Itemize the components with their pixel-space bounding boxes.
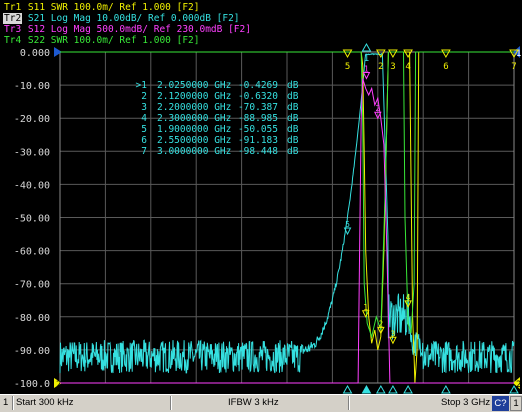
trace-id: Tr2 — [3, 13, 23, 24]
marker-flag-label: 4 — [405, 62, 410, 72]
start-frequency[interactable]: Start 300 kHz — [16, 396, 74, 410]
trace-marker-label: 1 — [364, 64, 369, 73]
marker-frequency: 1.9000000 GHz — [157, 124, 231, 135]
marker-frequency: 2.0250000 GHz — [157, 80, 231, 91]
trace-marker-label: 3 — [391, 329, 396, 338]
y-tick-label: -20.00 — [14, 114, 50, 125]
trace-marker-label: 4 — [406, 293, 411, 302]
marker-unit: dB — [287, 135, 299, 146]
marker-flag-label: 5 — [345, 62, 350, 72]
channel-button[interactable]: 1 — [510, 396, 522, 411]
marker-table-row: 3 2.2000000 GHz -70.387 dB — [141, 102, 298, 113]
marker-table: >1 2.0250000 GHz -0.4269 dB 2 2.1200000 GHz -0… — [136, 80, 299, 157]
trace-marker-label: 2 — [378, 319, 383, 328]
marker-table-row: 7 3.0000000 GHz -98.448 dB — [141, 146, 298, 157]
trace-line-tr3[interactable]: Tr3 S12 Log Mag 500.0mdB/ Ref 230.0mdB [… — [3, 24, 251, 35]
marker-unit: dB — [287, 102, 299, 113]
y-tick-label: -10.00 — [14, 81, 50, 92]
marker-value: -98.448 — [238, 146, 278, 157]
marker-unit: dB — [287, 91, 299, 102]
marker-value: -88.985 — [238, 113, 278, 124]
trace-marker-label: 2 — [375, 104, 380, 113]
marker-frequency: 2.5500000 GHz — [157, 135, 231, 146]
marker-flag-label: 3 — [390, 62, 395, 72]
y-tick-label: -30.00 — [14, 147, 50, 158]
marker-number: 2 — [141, 91, 147, 102]
marker-unit: dB — [287, 113, 299, 124]
trace-line-tr4[interactable]: Tr4 S22 SWR 100.0m/ Ref 1.000 [F2] — [3, 35, 199, 46]
trace-settings: S21 Log Mag 10.00dB/ Ref 0.000dB [F2] — [22, 13, 240, 24]
y-tick-label: -50.00 — [14, 214, 50, 225]
marker-table-row: 4 2.3000000 GHz -88.985 dB — [141, 113, 298, 124]
marker-value: -70.387 — [238, 102, 278, 113]
right-edge-label: 2 — [516, 380, 521, 390]
calibration-status[interactable]: C? — [492, 396, 509, 411]
marker-number: 5 — [141, 124, 147, 135]
marker-frequency: 2.1200000 GHz — [157, 91, 231, 102]
marker-unit: dB — [287, 146, 299, 157]
y-tick-label: -60.00 — [14, 247, 50, 258]
marker-value: -0.4269 — [238, 80, 278, 91]
y-tick-label: -100.0 — [14, 379, 50, 390]
marker-table-row: 2 2.1200000 GHz -0.6320 dB — [141, 91, 298, 102]
status-bar: 1 Start 300 kHz IFBW 3 kHz Stop 3 GHz C?… — [0, 394, 522, 412]
marker-table-row: >1 2.0250000 GHz -0.4269 dB — [136, 80, 299, 91]
marker-unit: dB — [287, 80, 299, 91]
marker-number: >1 — [136, 80, 148, 91]
marker-flag-label: 6 — [443, 62, 448, 72]
marker-number: 7 — [141, 146, 147, 157]
marker-flag-label: 7 — [511, 62, 516, 72]
marker-number: 6 — [141, 135, 147, 146]
trace-line-tr1[interactable]: Tr1 S11 SWR 100.0m/ Ref 1.000 [F2] — [3, 2, 199, 13]
analyzer-screen: 0.000 -10.00 -20.00 -30.00 -40.00 -50.00 -60.0… — [0, 0, 522, 412]
trace-marker-label: 1 — [363, 303, 368, 312]
y-tick-label: 0.000 — [20, 48, 50, 59]
y-tick-label: -80.00 — [14, 313, 50, 324]
marker-value: -50.055 — [238, 124, 278, 135]
y-tick-label: -70.00 — [14, 280, 50, 291]
marker-flag-label: 1 — [364, 54, 369, 64]
trace-settings: S12 Log Mag 500.0mdB/ Ref 230.0mdB [F2] — [22, 24, 251, 35]
channel-number: 1 — [3, 397, 9, 408]
marker-frequency: 3.0000000 GHz — [157, 146, 231, 157]
marker-frequency: 2.3000000 GHz — [157, 113, 231, 124]
trace-line-tr2[interactable]: Tr2 S21 Log Mag 10.00dB/ Ref 0.000dB [F2… — [3, 13, 240, 24]
trace-id: Tr1 — [4, 2, 22, 13]
marker-frequency: 2.2000000 GHz — [157, 102, 231, 113]
trace-marker-label: 5 — [345, 220, 350, 229]
stop-frequency[interactable]: Stop 3 GHz — [441, 396, 490, 410]
marker-unit: dB — [287, 124, 299, 135]
plot-background — [0, 0, 522, 394]
if-bandwidth[interactable]: IFBW 3 kHz — [228, 396, 279, 410]
marker-number: 4 — [141, 113, 147, 124]
marker-value: -0.6320 — [238, 91, 278, 102]
trace-settings: S22 SWR 100.0m/ Ref 1.000 [F2] — [22, 35, 200, 46]
marker-number: 3 — [141, 102, 147, 113]
trace-id: Tr3 — [4, 24, 22, 35]
trace-settings: S11 SWR 100.0m/ Ref 1.000 [F2] — [22, 2, 200, 13]
trace-plot: 0.000 -10.00 -20.00 -30.00 -40.00 -50.00 -60.0… — [0, 0, 522, 394]
marker-table-row: 6 2.5500000 GHz -91.183 dB — [141, 135, 298, 146]
y-tick-label: -90.00 — [14, 346, 50, 357]
y-tick-label: -40.00 — [14, 180, 50, 191]
marker-table-row: 5 1.9000000 GHz -50.055 dB — [141, 124, 298, 135]
marker-value: -91.183 — [238, 135, 278, 146]
marker-flag-label: 2 — [378, 62, 383, 72]
left-edge-label: 2 — [56, 380, 61, 390]
trace-id: Tr4 — [4, 35, 22, 46]
